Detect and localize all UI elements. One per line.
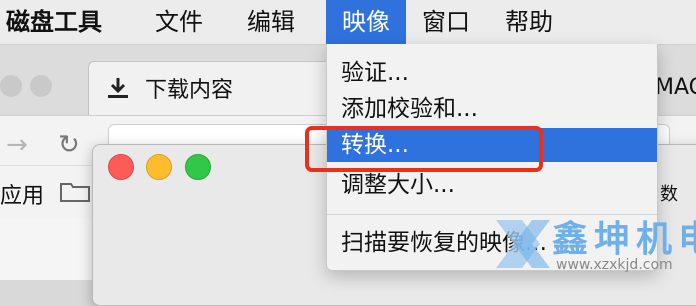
menu-app-name[interactable]: 磁盘工具 [6, 0, 102, 44]
zoom-button[interactable] [185, 154, 211, 180]
menu-item-resize[interactable]: 调整大小... [327, 168, 657, 202]
menu-item-label: 验证... [341, 60, 409, 86]
menu-item-add-checksum[interactable]: 添加校验和... [327, 92, 657, 126]
watermark-url: www.xzxkjd.com [556, 257, 673, 273]
menu-edit[interactable]: 编辑 [247, 0, 295, 44]
bookmark-apps[interactable]: 应用 [0, 178, 44, 210]
bookmark-right-fragment: 数 [660, 184, 678, 205]
menu-bar: 磁盘工具 文件 编辑 映像 窗口 帮助 [0, 0, 696, 45]
menu-item-label: 调整大小... [341, 172, 455, 198]
tab-title-fragment[interactable]: MAC [655, 75, 696, 100]
inactive-minimize-button[interactable] [30, 75, 52, 97]
minimize-button[interactable] [146, 154, 172, 180]
menu-file[interactable]: 文件 [155, 0, 203, 44]
menu-image[interactable]: 映像 [326, 0, 406, 44]
inactive-close-button[interactable] [0, 75, 22, 97]
annotation-highlight-box [305, 126, 543, 172]
reload-icon[interactable]: ↻ [58, 132, 80, 158]
forward-arrow-icon[interactable]: → [6, 132, 28, 158]
menu-window[interactable]: 窗口 [422, 0, 470, 44]
watermark-text: 鑫坤机电 [552, 219, 696, 260]
menu-item-label: 添加校验和... [341, 96, 478, 122]
download-icon [108, 78, 128, 98]
menu-item-verify[interactable]: 验证... [327, 56, 657, 90]
folder-icon[interactable] [60, 180, 90, 202]
tab-title: 下载内容 [145, 78, 234, 103]
close-button[interactable] [108, 154, 134, 180]
menu-help[interactable]: 帮助 [505, 0, 553, 44]
